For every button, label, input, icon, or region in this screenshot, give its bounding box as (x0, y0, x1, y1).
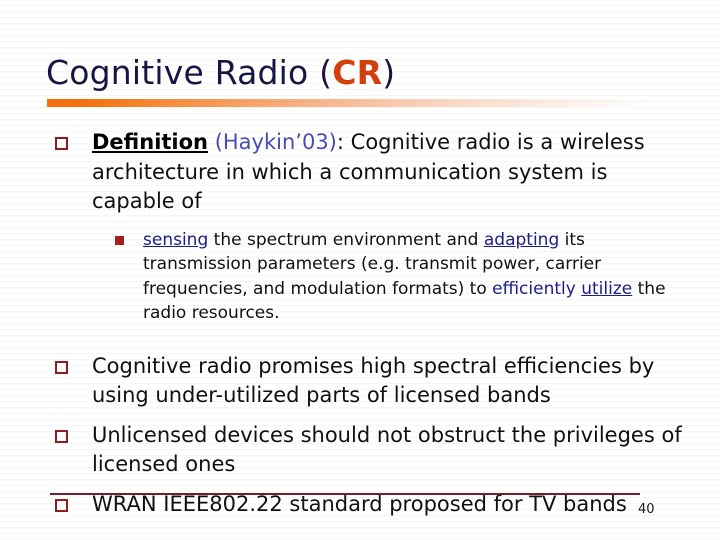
title-divider-bar (47, 99, 647, 107)
page-number: 40 (638, 502, 655, 517)
definition-separator: : (336, 130, 351, 154)
keyword-sensing: sensing (143, 229, 209, 250)
definition-space (208, 130, 215, 154)
bullet-text: Cognitive radio promises high spectral e… (92, 353, 655, 408)
keyword-utilize: utilize (581, 278, 633, 299)
keyword-efficiently: efficiently (492, 278, 582, 299)
page-title-tail: ) (382, 53, 396, 92)
bullet-square-icon (55, 498, 68, 512)
bullet-item-unlicensed-devices: Unlicensed devices should not obstruct t… (0, 421, 720, 480)
footer-divider (50, 493, 640, 495)
bullet-item-spectral-efficiency: Cognitive radio promises high spectral e… (0, 352, 720, 411)
page-title-main: Cognitive Radio ( (46, 53, 333, 92)
sub-bullet-square-icon (115, 235, 124, 245)
bullet-item-definition: Definition (Haykin’03): Cognitive radio … (0, 128, 720, 217)
bullet-text: Unlicensed devices should not obstruct t… (92, 422, 682, 477)
page-title: Cognitive Radio (CR) (46, 53, 395, 93)
page-title-accent: CR (332, 53, 383, 92)
definition-label: Definition (92, 130, 209, 154)
bullet-text: WRAN IEEE802.22 standard proposed for TV… (92, 491, 627, 516)
sub-bullet-item-sensing: sensing the spectrum environment and ada… (0, 228, 720, 326)
keyword-adapting: adapting (483, 229, 560, 250)
citation-reference: (Haykin’03) (214, 130, 337, 154)
sub-text-seg2: the spectrum environment and (208, 229, 484, 250)
bullet-square-icon (55, 360, 68, 374)
slide-body: Definition (Haykin’03): Cognitive radio … (0, 128, 720, 519)
presentation-slide: Cognitive Radio (CR) Definition (Haykin’… (0, 0, 720, 540)
bullet-square-icon (55, 137, 68, 150)
bullet-square-icon (55, 429, 68, 443)
